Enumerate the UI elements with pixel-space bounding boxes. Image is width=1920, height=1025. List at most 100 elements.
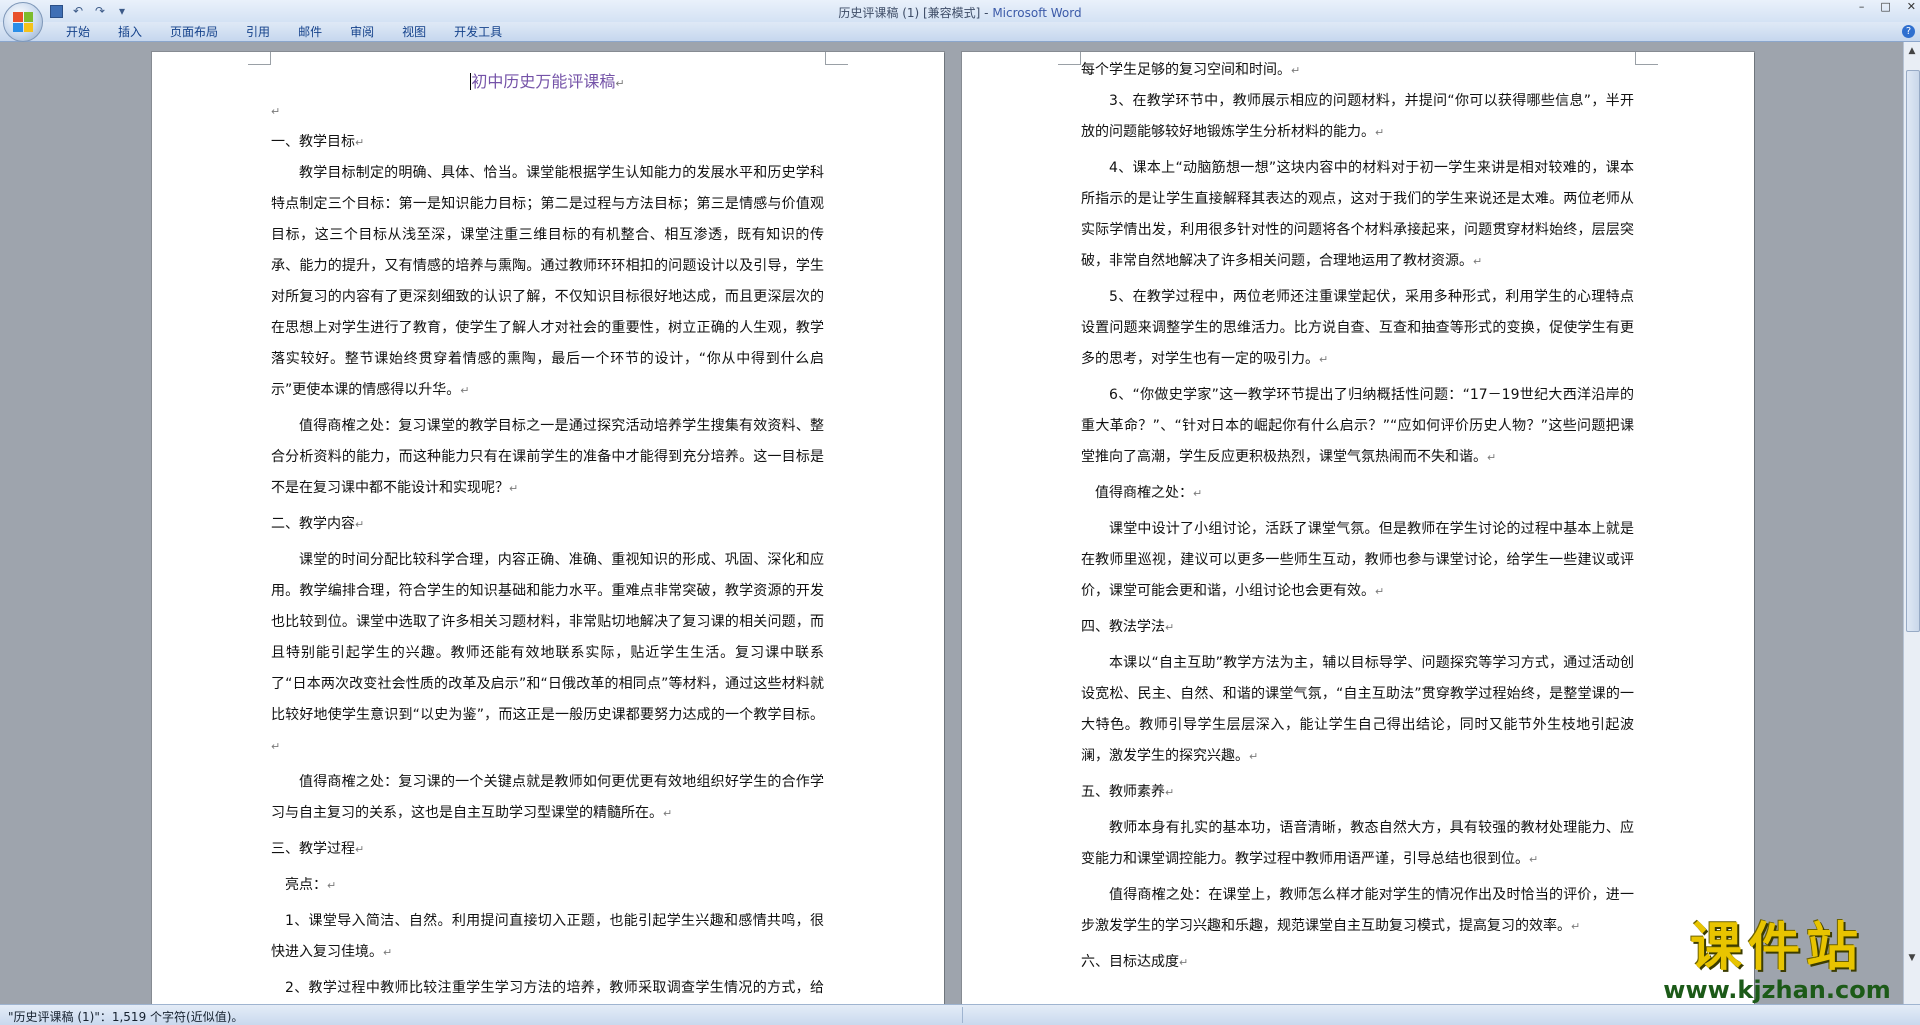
help-icon[interactable]: ?: [1902, 25, 1915, 38]
paragraph-mark: ↵: [663, 807, 673, 820]
paragraph-text: 每个学生足够的复习空间和时间。: [1081, 62, 1291, 78]
tab-home[interactable]: 开始: [52, 24, 104, 40]
paragraph-text: 2、教学过程中教师比较注重学生学习方法的培养，教师采取调查学生情况的方式，给了: [285, 980, 824, 996]
paragraph-mark: ↵: [615, 77, 625, 90]
paragraph: 课堂的时间分配比较科学合理，内容正确、准确、重视知识的形成、巩固、深化和应用。教…: [271, 545, 824, 762]
paragraph-mark: ↵: [355, 136, 365, 149]
paragraph-mark: ↵: [1165, 786, 1175, 799]
paragraph: 值得商榷之处：复习课的一个关键点就是教师如何更优更有效地组织好学生的合作学习与自…: [271, 767, 824, 829]
watermark-url: www.kjzhan.com: [1663, 976, 1891, 1004]
paragraph: 值得商榷之处：在课堂上，教师怎么样才能对学生的情况作出及时恰当的评价，进一步激发…: [1081, 880, 1634, 942]
paragraph-text: 1、课堂导入简洁、自然。利用提问直接切入正题，也能引起学生兴趣和感情共鸣，很快进…: [271, 913, 824, 960]
paragraph-mark: ↵: [1571, 920, 1581, 933]
paragraph: 本课以“自主互助”教学方法为主，辅以目标导学、问题探究等学习方式，通过活动创设宽…: [1081, 648, 1634, 772]
document-title: 初中历史万能评课稿↵: [271, 70, 824, 96]
paragraph-list: 每个学生足够的复习空间和时间。↵ 3、在教学环节中，教师展示相应的问题材料，并提问…: [1081, 55, 1634, 978]
paragraph: 五、教师素养↵: [1081, 777, 1634, 808]
paragraph-text: 6、“你做史学家”这一教学环节提出了归纳概括性问题：“17－19世纪大西洋沿岸的…: [1081, 387, 1634, 465]
document-workspace[interactable]: 初中历史万能评课稿↵ ↵ 一、教学目标↵ 教学目标制定的明确、具体、恰当。课堂能根据…: [0, 42, 1904, 1005]
maximize-button[interactable]: □: [1880, 0, 1890, 13]
office-logo-icon: [13, 12, 33, 32]
paragraph: 亮点：↵: [271, 870, 824, 901]
paragraph-mark: ↵: [1291, 64, 1301, 77]
paragraph: 教师本身有扎实的基本功，语音清晰，教态自然大方，具有较强的教材处理能力、应变能力…: [1081, 813, 1634, 875]
paragraph: 教学目标制定的明确、具体、恰当。课堂能根据学生认知能力的发展水平和历史学科特点制…: [271, 158, 824, 406]
paragraph-text: 四、教法学法: [1081, 619, 1165, 635]
scrollbar-thumb[interactable]: [1906, 70, 1920, 632]
app-name: Microsoft Word: [992, 6, 1082, 20]
window-controls: – □ ✕: [1859, 0, 1916, 13]
tab-view[interactable]: 视图: [388, 24, 440, 40]
document-page-1[interactable]: 初中历史万能评课稿↵ ↵ 一、教学目标↵ 教学目标制定的明确、具体、恰当。课堂能根据…: [152, 52, 944, 1005]
page-content[interactable]: 每个学生足够的复习空间和时间。↵ 3、在教学环节中，教师展示相应的问题材料，并提问…: [1081, 55, 1634, 978]
tab-mailings[interactable]: 邮件: [284, 24, 336, 40]
paragraph-text: 一、教学目标: [271, 134, 355, 150]
paragraph-text: 3、在教学环节中，教师展示相应的问题材料，并提问“你可以获得哪些信息”，半开放的…: [1081, 93, 1634, 140]
paragraph-text: 三、教学过程: [271, 841, 355, 857]
paragraph: 值得商榷之处：↵: [1081, 478, 1634, 509]
document-page-2[interactable]: 每个学生足够的复习空间和时间。↵ 3、在教学环节中，教师展示相应的问题材料，并提问…: [962, 52, 1754, 1005]
paragraph-text: 教学目标制定的明确、具体、恰当。课堂能根据学生认知能力的发展水平和历史学科特点制…: [271, 165, 824, 398]
paragraph-text: 本课以“自主互助”教学方法为主，辅以目标导学、问题探究等学习方式，通过活动创设宽…: [1081, 655, 1634, 764]
paragraph-text: 值得商榷之处：在课堂上，教师怎么样才能对学生的情况作出及时恰当的评价，进一步激发…: [1081, 887, 1634, 934]
paragraph-text: 六、目标达成度: [1081, 954, 1179, 970]
paragraph: 三、教学过程↵: [271, 834, 824, 865]
paragraph-text: 4、课本上“动脑筋想一想”这块内容中的材料对于初一学生来讲是相对较难的，课本所指…: [1081, 160, 1634, 269]
margin-marker: [248, 52, 271, 65]
title-bar: ↶ ↷ ▾ 历史评课稿 (1) [兼容模式] - Microsoft Word …: [0, 0, 1920, 42]
tab-developer[interactable]: 开发工具: [440, 24, 516, 40]
paragraph-text: 亮点：: [285, 877, 327, 893]
close-button[interactable]: ✕: [1907, 0, 1916, 13]
paragraph: 4、课本上“动脑筋想一想”这块内容中的材料对于初一学生来讲是相对较难的，课本所指…: [1081, 153, 1634, 277]
paragraph: 5、在教学过程中，两位老师还注重课堂起伏，采用多种形式，利用学生的心理特点设置问…: [1081, 282, 1634, 375]
window-title: 历史评课稿 (1) [兼容模式] - Microsoft Word: [0, 4, 1920, 21]
paragraph-text: 教师本身有扎实的基本功，语音清晰，教态自然大方，具有较强的教材处理能力、应变能力…: [1081, 820, 1634, 867]
scroll-up-icon[interactable]: ▲: [1905, 44, 1919, 58]
paragraph-mark: ↵: [460, 384, 470, 397]
tab-review[interactable]: 审阅: [336, 24, 388, 40]
paragraph: 课堂中设计了小组讨论，活跃了课堂气氛。但是教师在学生讨论的过程中基本上就是在教师…: [1081, 514, 1634, 607]
tab-insert[interactable]: 插入: [104, 24, 156, 40]
paragraph-text: 五、教师素养: [1081, 784, 1165, 800]
paragraph-text: 值得商榷之处：: [1095, 485, 1193, 501]
paragraph-mark: ↵: [1193, 487, 1203, 500]
paragraph-text: 课堂中设计了小组讨论，活跃了课堂气氛。但是教师在学生讨论的过程中基本上就是在教师…: [1081, 521, 1634, 599]
paragraph: 值得商榷之处：复习课堂的教学目标之一是通过探究活动培养学生搜集有效资料、整合分析…: [271, 411, 824, 504]
watermark-logo: 课件站: [1689, 918, 1864, 978]
paragraph-mark: ↵: [271, 740, 281, 753]
document-title-text: 初中历史万能评课稿: [471, 72, 616, 91]
ribbon-tabs: 开始 插入 页面布局 引用 邮件 审阅 视图 开发工具: [52, 24, 516, 40]
paragraph: 6、“你做史学家”这一教学环节提出了归纳概括性问题：“17－19世纪大西洋沿岸的…: [1081, 380, 1634, 473]
paragraph-list: ↵ 一、教学目标↵ 教学目标制定的明确、具体、恰当。课堂能根据学生认知能力的发展水平…: [271, 96, 824, 1005]
paragraph-text: 值得商榷之处：复习课堂的教学目标之一是通过探究活动培养学生搜集有效资料、整合分析…: [271, 418, 824, 496]
paragraph-mark: ↵: [271, 105, 281, 118]
paragraph-text: 值得商榷之处：复习课的一个关键点就是教师如何更优更有效地组织好学生的合作学习与自…: [271, 774, 824, 821]
paragraph-mark: ↵: [1319, 353, 1329, 366]
paragraph: 1、课堂导入简洁、自然。利用提问直接切入正题，也能引起学生兴趣和感情共鸣，很快进…: [271, 906, 824, 968]
minimize-button[interactable]: –: [1859, 0, 1865, 13]
scroll-down-icon[interactable]: ▼: [1905, 951, 1919, 965]
paragraph: ↵: [271, 96, 824, 127]
margin-marker: [1635, 52, 1658, 65]
tab-page-layout[interactable]: 页面布局: [156, 24, 232, 40]
paragraph-mark: ↵: [383, 946, 393, 959]
margin-marker: [825, 52, 848, 65]
paragraph: 3、在教学环节中，教师展示相应的问题材料，并提问“你可以获得哪些信息”，半开放的…: [1081, 86, 1634, 148]
paragraph-mark: ↵: [1487, 451, 1497, 464]
watermark: 课件站 www.kjzhan.com: [1652, 919, 1902, 1003]
paragraph-text: 课堂的时间分配比较科学合理，内容正确、准确、重视知识的形成、巩固、深化和应用。教…: [271, 552, 824, 723]
paragraph: 每个学生足够的复习空间和时间。↵: [1081, 55, 1634, 86]
status-bar: "历史评课稿 (1)"：1,519 个字符(近似值)。: [0, 1004, 1920, 1025]
paragraph-text: 二、教学内容: [271, 516, 355, 532]
vertical-scrollbar[interactable]: ▲ ▼: [1903, 42, 1920, 1005]
paragraph: 一、教学目标↵: [271, 127, 824, 158]
paragraph: 2、教学过程中教师比较注重学生学习方法的培养，教师采取调查学生情况的方式，给了↵: [271, 973, 824, 1005]
office-button[interactable]: [3, 2, 43, 42]
paragraph-mark: ↵: [509, 482, 519, 495]
paragraph-mark: ↵: [1375, 126, 1385, 139]
paragraph-mark: ↵: [1529, 853, 1539, 866]
page-content[interactable]: 初中历史万能评课稿↵ ↵ 一、教学目标↵ 教学目标制定的明确、具体、恰当。课堂能根据…: [271, 52, 824, 1005]
status-divider: [962, 1007, 963, 1023]
word-count-status[interactable]: "历史评课稿 (1)"：1,519 个字符(近似值)。: [8, 1008, 243, 1025]
tab-references[interactable]: 引用: [232, 24, 284, 40]
